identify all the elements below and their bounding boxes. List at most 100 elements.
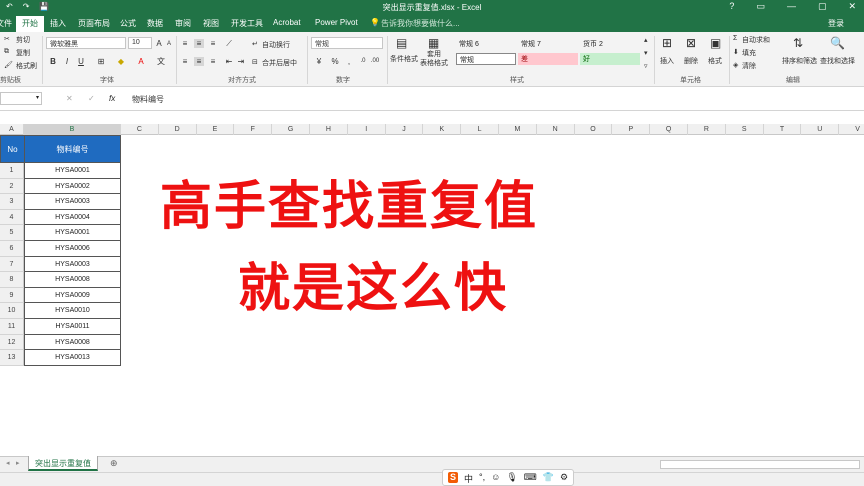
tab-power-pivot[interactable]: Power Pivot [315, 18, 358, 27]
formula-content[interactable]: 物料编号 [132, 94, 164, 105]
autosum-button[interactable]: 自动求和 [742, 35, 770, 45]
decrease-decimal-icon[interactable]: .00 [370, 57, 380, 66]
column-header[interactable]: O [575, 124, 613, 135]
format-painter-icon[interactable]: 🖌 [4, 61, 13, 69]
column-header[interactable]: S [726, 124, 764, 135]
grow-font-icon[interactable]: A [154, 39, 164, 48]
delete-cells-icon[interactable]: ⊠ [686, 36, 696, 50]
login-link[interactable]: 登录 [828, 18, 844, 29]
add-sheet-icon[interactable]: ⊕ [110, 458, 118, 469]
help-button[interactable]: ? [729, 1, 734, 12]
table-cell[interactable]: HYSA0001 [24, 163, 121, 179]
close-button[interactable]: ✕ [848, 1, 856, 12]
table-cell[interactable]: HYSA0001 [24, 225, 121, 241]
increase-decimal-icon[interactable]: .0 [358, 57, 368, 66]
copy-icon[interactable]: ⧉ [4, 48, 9, 56]
cut-icon[interactable]: ✂ [4, 35, 10, 43]
sort-filter-icon[interactable]: ⇅ [793, 36, 803, 50]
column-header[interactable]: D [159, 124, 197, 135]
table-cell[interactable]: HYSA0002 [24, 178, 121, 195]
column-header[interactable]: T [764, 124, 802, 135]
header-cell-no[interactable]: No [0, 135, 25, 163]
table-cell[interactable]: HYSA0008 [24, 272, 121, 288]
merge-icon[interactable]: ⊟ [252, 58, 258, 66]
row-header[interactable]: 3 [0, 194, 24, 210]
tell-me-box[interactable]: 告诉我你想要做什么... [381, 18, 460, 29]
table-cell[interactable]: HYSA0008 [24, 334, 121, 351]
increase-indent-icon[interactable]: ⇥ [236, 57, 246, 66]
sheet-nav-right-icon[interactable]: ▸ [16, 459, 20, 467]
column-header[interactable]: A [0, 124, 24, 135]
align-bottom-icon[interactable]: ≡ [208, 39, 218, 48]
enter-formula-icon[interactable]: ✓ [88, 94, 95, 103]
tab-acrobat[interactable]: Acrobat [273, 18, 301, 27]
style-bad[interactable]: 差 [518, 53, 578, 65]
tab-page-layout[interactable]: 页面布局 [78, 18, 110, 29]
column-header[interactable]: V [839, 124, 864, 135]
delete-cells-button[interactable]: 删除 [684, 56, 698, 66]
column-header[interactable]: F [234, 124, 273, 135]
format-as-table-icon[interactable]: ▦ [428, 36, 439, 50]
tab-view[interactable]: 视图 [203, 18, 219, 29]
cancel-formula-icon[interactable]: ✕ [66, 94, 73, 103]
row-header[interactable]: 11 [0, 319, 24, 335]
font-name-dropdown[interactable]: 微软雅黑 [46, 37, 126, 49]
fill-color-icon[interactable]: ◆ [116, 57, 126, 66]
format-painter-button[interactable]: 格式刷 [16, 61, 37, 71]
column-header[interactable]: G [272, 124, 310, 135]
style-currency-2[interactable]: 货币 2 [580, 38, 642, 50]
ime-voice-icon[interactable]: 🎙 [506, 472, 517, 483]
styles-scroll-up-icon[interactable]: ▴ [644, 36, 648, 44]
tab-data[interactable]: 数据 [147, 18, 163, 29]
insert-function-icon[interactable]: fx [109, 94, 115, 103]
redo-icon[interactable]: ↷ [23, 2, 30, 11]
table-cell[interactable]: HYSA0013 [24, 350, 121, 366]
align-left-icon[interactable]: ≡ [180, 57, 190, 66]
column-header[interactable]: H [310, 124, 348, 135]
find-select-button[interactable]: 查找和选择 [820, 56, 855, 66]
column-header[interactable]: K [423, 124, 462, 135]
wrap-icon[interactable]: ↵ [252, 40, 258, 48]
table-cell[interactable]: HYSA0009 [24, 287, 121, 304]
tab-developer[interactable]: 开发工具 [231, 18, 263, 29]
table-cell[interactable]: HYSA0010 [24, 303, 121, 319]
ribbon-display-button[interactable]: ▭ [756, 1, 765, 12]
column-header[interactable]: Q [650, 124, 688, 135]
table-cell[interactable]: HYSA0003 [24, 256, 121, 273]
undo-icon[interactable]: ↶ [6, 2, 13, 11]
bold-button[interactable]: B [48, 57, 58, 66]
format-cells-icon[interactable]: ▣ [710, 36, 721, 50]
find-select-icon[interactable]: 🔍 [830, 36, 845, 50]
ime-keyboard-icon[interactable]: ⌨ [524, 472, 537, 483]
autosum-icon[interactable]: Σ [733, 35, 737, 42]
conditional-format-button[interactable]: 条件格式 [390, 54, 418, 64]
horizontal-scrollbar[interactable] [660, 460, 860, 469]
wrap-text-button[interactable]: 自动换行 [262, 40, 290, 50]
font-color-icon[interactable]: A [136, 57, 146, 66]
table-cell[interactable]: HYSA0004 [24, 209, 121, 226]
insert-cells-button[interactable]: 插入 [660, 56, 674, 66]
row-header[interactable]: 1 [0, 163, 24, 179]
tab-review[interactable]: 审阅 [175, 18, 191, 29]
cut-button[interactable]: 剪切 [16, 35, 30, 45]
percent-button[interactable]: % [330, 57, 340, 66]
ime-punctuation-icon[interactable]: °, [479, 472, 485, 483]
clear-icon[interactable]: ◈ [733, 61, 738, 69]
style-normal-7[interactable]: 常规 7 [518, 38, 580, 50]
table-cell[interactable]: HYSA0011 [24, 319, 121, 335]
name-box[interactable]: ▾ [0, 92, 42, 105]
row-header[interactable]: 7 [0, 256, 24, 273]
underline-button[interactable]: U [76, 57, 86, 66]
italic-button[interactable]: I [62, 57, 72, 66]
table-cell[interactable]: HYSA0006 [24, 241, 121, 257]
styles-more-icon[interactable]: ▿ [644, 62, 648, 70]
column-header[interactable]: C [121, 124, 159, 135]
style-good[interactable]: 好 [580, 53, 640, 65]
column-header[interactable]: I [348, 124, 386, 135]
row-header[interactable]: 13 [0, 350, 24, 366]
style-normal-6[interactable]: 常规 6 [456, 38, 518, 50]
align-top-icon[interactable]: ≡ [180, 39, 190, 48]
currency-icon[interactable]: ¥ [314, 57, 324, 66]
maximize-button[interactable]: ▢ [818, 1, 827, 12]
merge-center-button[interactable]: 合并后居中 [262, 58, 297, 68]
